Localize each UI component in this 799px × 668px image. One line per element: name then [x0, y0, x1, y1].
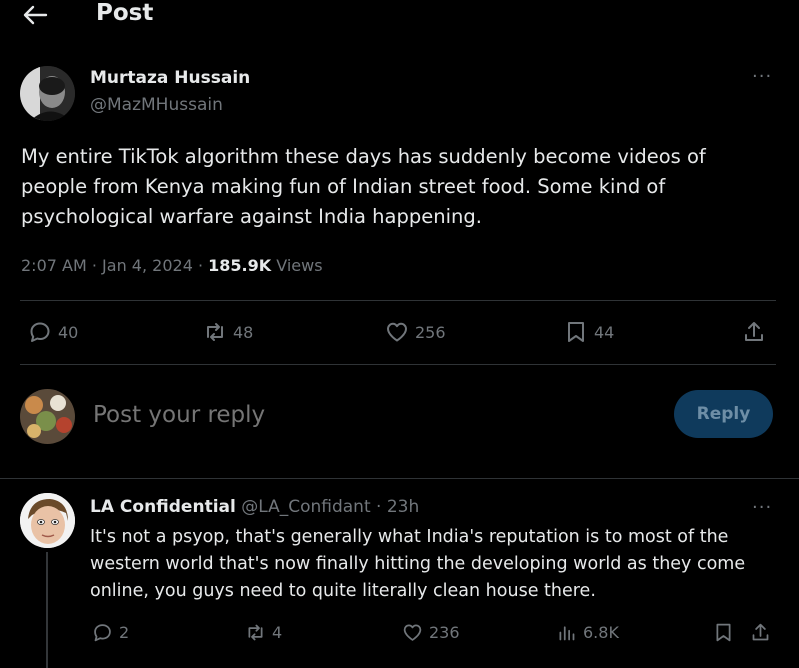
reply-author-name[interactable]: LA Confidential: [90, 497, 236, 517]
separator: ·: [91, 256, 97, 275]
author-name[interactable]: Murtaza Hussain: [90, 68, 250, 88]
reply-icon: [94, 624, 111, 642]
more-options-icon[interactable]: ···: [752, 66, 772, 87]
more-options-icon[interactable]: ···: [752, 497, 772, 518]
divider: [20, 300, 776, 301]
reply-author-avatar[interactable]: [20, 493, 75, 548]
like-count: 256: [415, 322, 446, 342]
post-metadata: 2:07 AM · Jan 4, 2024 · 185.9K Views: [21, 256, 323, 275]
divider: [0, 478, 799, 479]
bookmark-icon: [568, 322, 584, 342]
bookmark-icon: [716, 623, 731, 642]
bookmark-action[interactable]: 44: [564, 320, 614, 344]
separator: ·: [197, 256, 204, 275]
reply-views-count: 6.8K: [583, 623, 619, 642]
repost-icon: [207, 323, 223, 341]
views-count: 185.9K: [208, 256, 272, 275]
page-title: Post: [96, 0, 154, 26]
share-icon: [745, 322, 763, 341]
reply-bookmark-action[interactable]: [713, 622, 734, 643]
back-button[interactable]: [22, 4, 48, 26]
reply-like-action[interactable]: 236: [402, 622, 460, 643]
like-action[interactable]: 256: [385, 320, 446, 344]
author-avatar[interactable]: [20, 66, 75, 121]
divider: [20, 364, 776, 365]
reply-author-line: LA Confidential @LA_Confidant · 23h: [90, 497, 419, 517]
post-text: My entire TikTok algorithm these days ha…: [21, 145, 706, 228]
post-date[interactable]: Jan 4, 2024: [102, 256, 193, 275]
heart-icon: [387, 322, 407, 342]
heart-icon: [403, 624, 422, 641]
reply-repost-count: 4: [272, 623, 283, 642]
reply-action[interactable]: 40: [28, 320, 78, 344]
repost-count: 48: [233, 322, 254, 342]
current-user-avatar[interactable]: [20, 389, 75, 444]
views-label: Views: [276, 256, 323, 275]
reply-button[interactable]: Reply: [674, 390, 773, 438]
reply-repost-action[interactable]: 4: [245, 622, 282, 643]
reply-text: It's not a psyop, that's generally what …: [90, 527, 746, 601]
reply-like-count: 236: [429, 623, 460, 642]
reply-share-action[interactable]: [750, 622, 771, 643]
separator: ·: [376, 497, 382, 517]
reply-reply-count: 2: [119, 623, 130, 642]
reply-views-action[interactable]: 6.8K: [556, 622, 619, 643]
thread-line: [46, 552, 48, 668]
arrow-left-icon: [23, 5, 48, 25]
reply-author-handle[interactable]: @LA_Confidant: [241, 497, 370, 517]
post-time[interactable]: 2:07 AM: [21, 256, 87, 275]
bookmark-count: 44: [594, 322, 615, 342]
author-handle[interactable]: @MazMHussain: [90, 95, 223, 115]
analytics-icon: [559, 626, 575, 641]
share-action[interactable]: [742, 320, 766, 344]
share-icon: [752, 623, 769, 641]
reply-time[interactable]: 23h: [387, 497, 419, 517]
repost-icon: [248, 624, 263, 641]
reply-count: 40: [58, 322, 79, 342]
reply-icon: [30, 322, 50, 342]
reply-reply-action[interactable]: 2: [92, 622, 129, 643]
reply-input[interactable]: [93, 398, 633, 432]
repost-action[interactable]: 48: [203, 320, 253, 344]
